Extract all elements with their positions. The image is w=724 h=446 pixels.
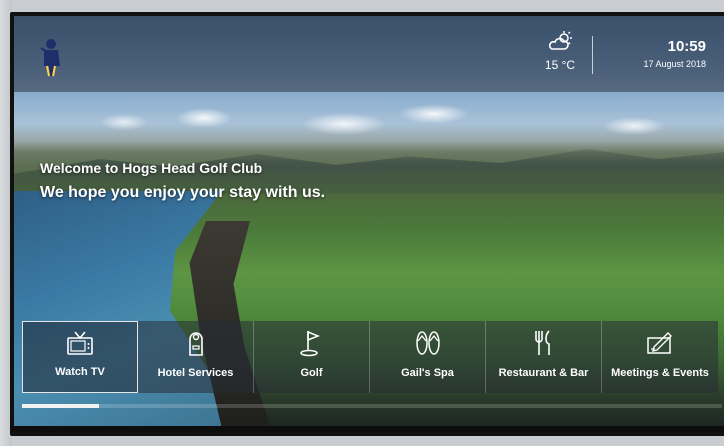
menu-item-spa[interactable]: Gail's Spa [370, 321, 486, 393]
tv-bottom-bezel [10, 426, 724, 432]
main-menu: Watch TV Hotel Services Golf Gail's Spa … [22, 321, 722, 395]
tv-icon [23, 328, 137, 360]
welcome-message: Welcome to Hogs Head Golf Club We hope y… [40, 160, 325, 202]
menu-label-watch-tv: Watch TV [55, 366, 105, 378]
welcome-subtitle: We hope you enjoy your stay with us. [40, 184, 326, 201]
menu-progress-fill [22, 404, 99, 408]
clock-time: 10:59 [667, 38, 706, 55]
clock-date: 17 August 2018 [643, 59, 706, 69]
menu-item-golf[interactable]: Golf [254, 321, 370, 393]
clock: 10:59 17 August 2018 [643, 38, 706, 69]
pen-paper-icon [602, 327, 718, 359]
menu-item-watch-tv[interactable]: Watch TV [22, 321, 138, 393]
menu-item-hotel-services[interactable]: Hotel Services [138, 321, 254, 393]
clouds [14, 96, 724, 156]
golf-flag-icon [254, 327, 369, 359]
menu-label-spa: Gail's Spa [401, 367, 454, 379]
golfer-logo-icon [38, 36, 66, 78]
menu-progress-track [22, 404, 722, 408]
top-bar: 15 °C 10:59 17 August 2018 [14, 16, 724, 92]
menu-item-restaurant-bar[interactable]: Restaurant & Bar [486, 321, 602, 393]
header-divider [592, 36, 593, 74]
cutlery-icon [486, 327, 601, 359]
weather-widget: 15 °C [530, 30, 590, 72]
door-hanger-icon [138, 327, 253, 359]
temperature: 15 °C [544, 58, 576, 72]
menu-label-meetings-events: Meetings & Events [611, 367, 709, 379]
menu-label-hotel-services: Hotel Services [157, 367, 234, 379]
partly-cloudy-icon [548, 31, 572, 50]
flip-flops-icon [370, 327, 485, 359]
welcome-title: Welcome to Hogs Head Golf Club [40, 160, 263, 176]
menu-label-golf: Golf [300, 367, 323, 379]
menu-item-meetings-events[interactable]: Meetings & Events [602, 321, 718, 393]
menu-label-restaurant-bar: Restaurant & Bar [498, 367, 589, 379]
